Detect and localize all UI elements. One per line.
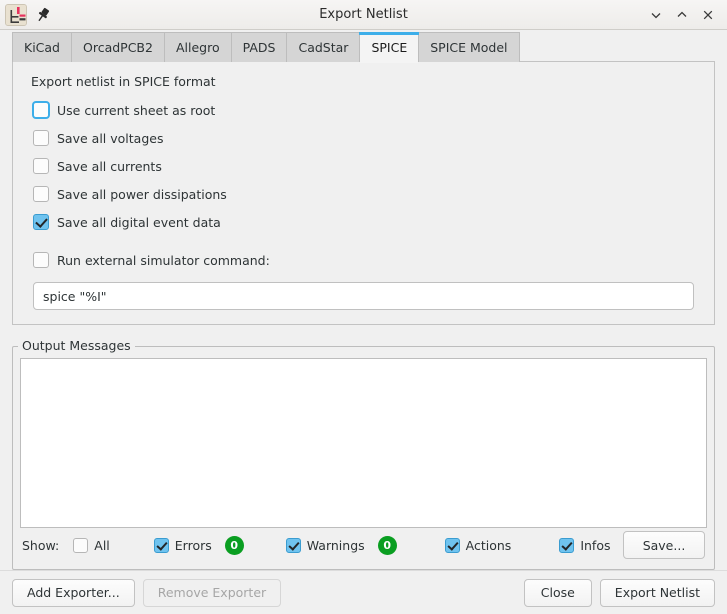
title-bar: Export Netlist (0, 0, 727, 30)
checkbox-save-all-voltages[interactable] (33, 130, 49, 146)
checkbox-save-all-currents[interactable] (33, 158, 49, 174)
export-netlist-dialog: Export Netlist KiCad OrcadPCB2 Allegro P… (0, 0, 727, 614)
checkbox-filter-infos[interactable] (559, 538, 574, 553)
filter-label: Warnings (307, 538, 365, 553)
option-label: Save all digital event data (57, 215, 221, 230)
filter-infos[interactable]: Infos (559, 538, 610, 553)
format-tabs: KiCad OrcadPCB2 Allegro PADS CadStar SPI… (0, 30, 727, 62)
tab-spice[interactable]: SPICE (359, 32, 419, 62)
checkbox-filter-warnings[interactable] (286, 538, 301, 553)
output-messages-group: Output Messages Show: All Errors 0 (12, 337, 715, 570)
option-save-all-digital-event-data[interactable]: Save all digital event data (33, 210, 704, 234)
option-run-external-simulator-command[interactable]: Run external simulator command: (33, 248, 704, 272)
simulator-command-input[interactable]: spice "%I" (33, 282, 694, 310)
spice-heading: Export netlist in SPICE format (31, 74, 704, 89)
maximize-button[interactable] (671, 4, 693, 26)
tab-label: Allegro (176, 40, 220, 55)
checkbox-filter-errors[interactable] (154, 538, 169, 553)
output-messages-area[interactable] (20, 358, 707, 528)
tab-page-spice: Export netlist in SPICE format Use curre… (0, 62, 727, 570)
filter-all[interactable]: All (73, 538, 110, 553)
option-label: Use current sheet as root (57, 103, 215, 118)
tab-kicad[interactable]: KiCad (12, 32, 72, 62)
option-label: Save all power dissipations (57, 187, 227, 202)
warnings-count-badge: 0 (378, 536, 397, 555)
tab-spice-model[interactable]: SPICE Model (418, 32, 519, 62)
add-exporter-button[interactable]: Add Exporter... (12, 579, 135, 607)
filter-label: Actions (466, 538, 512, 553)
message-filter-bar: Show: All Errors 0 Warnings (20, 528, 707, 562)
option-label: Save all currents (57, 159, 162, 174)
checkbox-save-all-power-dissipations[interactable] (33, 186, 49, 202)
export-netlist-button[interactable]: Export Netlist (600, 579, 715, 607)
show-label: Show: (22, 538, 59, 553)
tab-label: CadStar (298, 40, 348, 55)
output-messages-title: Output Messages (18, 337, 135, 355)
option-save-all-currents[interactable]: Save all currents (33, 154, 704, 178)
errors-count-badge: 0 (225, 536, 244, 555)
title-bar-left-icons (0, 4, 52, 26)
kicad-schematic-icon (5, 4, 27, 26)
option-save-all-voltages[interactable]: Save all voltages (33, 126, 704, 150)
filter-warnings[interactable]: Warnings 0 (286, 536, 397, 555)
tab-cadstar[interactable]: CadStar (286, 32, 360, 62)
option-label: Run external simulator command: (57, 253, 270, 268)
save-messages-button[interactable]: Save... (623, 531, 705, 559)
checkbox-filter-actions[interactable] (445, 538, 460, 553)
filter-actions[interactable]: Actions (445, 538, 512, 553)
close-button[interactable] (697, 4, 719, 26)
filter-label: All (94, 538, 110, 553)
tab-label: SPICE Model (430, 40, 507, 55)
dialog-action-bar: Add Exporter... Remove Exporter Close Ex… (0, 570, 727, 614)
window-controls (645, 4, 727, 26)
simulator-command-value: spice "%I" (43, 289, 107, 304)
output-messages-inner: Show: All Errors 0 Warnings (20, 358, 707, 562)
filter-errors[interactable]: Errors 0 (154, 536, 244, 555)
pin-icon[interactable] (34, 6, 52, 24)
option-save-all-power-dissipations[interactable]: Save all power dissipations (33, 182, 704, 206)
close-button-bottom[interactable]: Close (524, 579, 592, 607)
tab-label: PADS (243, 40, 276, 55)
spice-options-panel: Export netlist in SPICE format Use curre… (12, 62, 715, 325)
minimize-button[interactable] (645, 4, 667, 26)
checkbox-use-current-sheet-as-root[interactable] (33, 102, 49, 118)
tab-allegro[interactable]: Allegro (164, 32, 232, 62)
tab-orcadpcb2[interactable]: OrcadPCB2 (71, 32, 165, 62)
tab-label: SPICE (371, 40, 407, 55)
tab-label: OrcadPCB2 (83, 40, 153, 55)
checkbox-run-external-simulator-command[interactable] (33, 252, 49, 268)
remove-exporter-button: Remove Exporter (143, 579, 281, 607)
tab-pads[interactable]: PADS (231, 32, 288, 62)
tab-label: KiCad (24, 40, 60, 55)
window-title: Export Netlist (0, 0, 727, 29)
option-label: Save all voltages (57, 131, 163, 146)
option-use-current-sheet-as-root[interactable]: Use current sheet as root (33, 98, 704, 122)
checkbox-save-all-digital-event-data[interactable] (33, 214, 49, 230)
filter-label: Errors (175, 538, 212, 553)
checkbox-filter-all[interactable] (73, 538, 88, 553)
filter-label: Infos (580, 538, 610, 553)
